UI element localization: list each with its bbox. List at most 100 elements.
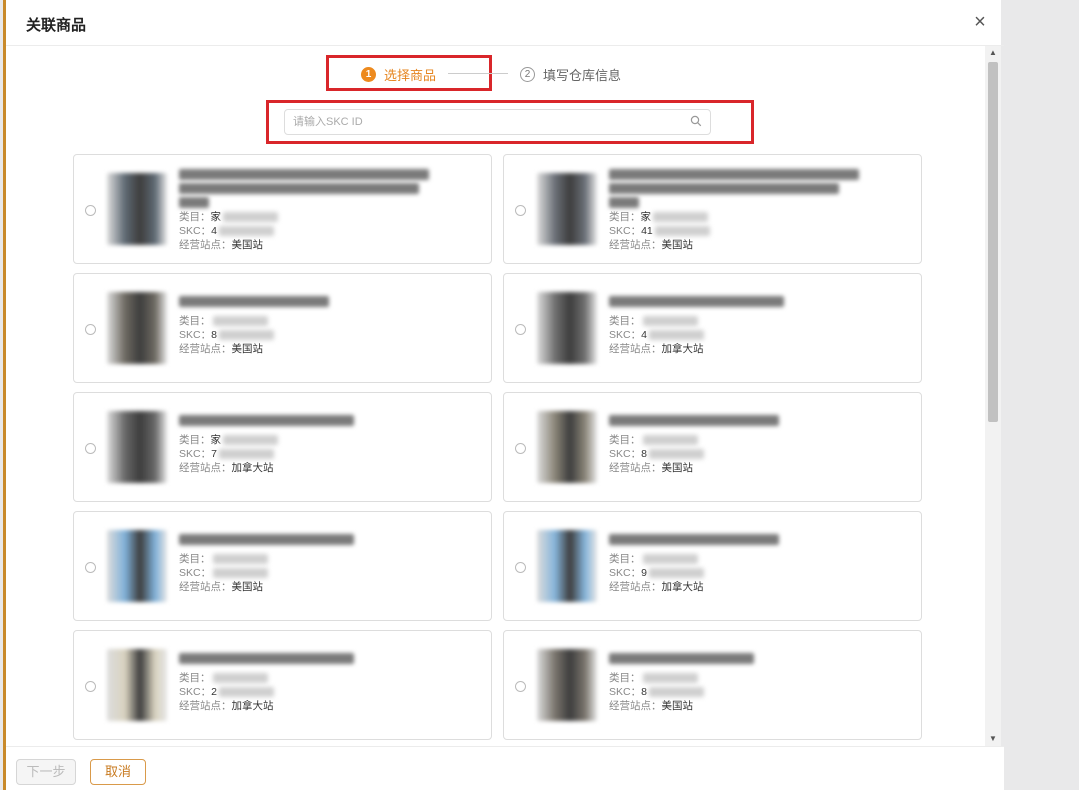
scroll-up-icon[interactable]: ▲ bbox=[988, 48, 998, 58]
product-card[interactable]: 类目： SKC：8 经营站点：美国站 bbox=[503, 392, 922, 502]
product-skc-label: SKC： bbox=[179, 329, 212, 341]
step-connector bbox=[448, 73, 508, 74]
product-radio[interactable] bbox=[515, 443, 526, 454]
product-site-label: 经营站点： bbox=[609, 581, 662, 593]
product-category-value-blurred bbox=[212, 673, 268, 684]
product-category-label: 类目： bbox=[179, 315, 211, 327]
step-label-2: 填写仓库信息 bbox=[543, 68, 622, 83]
product-title-blurred bbox=[179, 183, 419, 194]
product-skc: SKC：8 bbox=[179, 328, 274, 342]
product-skc-label: SKC： bbox=[179, 567, 212, 579]
product-card[interactable]: 类目： SKC：8 经营站点：美国站 bbox=[503, 630, 922, 740]
close-icon[interactable]: × bbox=[970, 12, 990, 32]
product-radio[interactable] bbox=[85, 681, 96, 692]
product-skc-value-blurred bbox=[218, 687, 274, 698]
product-title-blurred bbox=[609, 183, 839, 194]
product-thumbnail bbox=[107, 649, 167, 721]
product-radio[interactable] bbox=[515, 562, 526, 573]
product-skc: SKC：9 bbox=[609, 566, 704, 580]
product-skc-value-blurred bbox=[213, 568, 269, 579]
skc-search-input[interactable] bbox=[293, 114, 683, 130]
product-skc-value: 4 bbox=[211, 225, 217, 237]
product-site-label: 经营站点： bbox=[179, 462, 232, 474]
product-category-label: 类目： bbox=[179, 672, 211, 684]
product-title-blurred bbox=[179, 534, 354, 545]
product-skc: SKC：8 bbox=[609, 447, 704, 461]
product-card[interactable]: 类目：家 SKC：41 经营站点：美国站 bbox=[503, 154, 922, 264]
product-site-value: 美国站 bbox=[661, 239, 694, 251]
product-radio[interactable] bbox=[85, 324, 96, 335]
scrollbar[interactable]: ▲ ▼ bbox=[985, 46, 1001, 746]
product-thumbnail bbox=[107, 292, 167, 364]
product-radio[interactable] bbox=[85, 443, 96, 454]
product-site-label: 经营站点： bbox=[609, 239, 662, 251]
product-title-blurred bbox=[609, 296, 784, 307]
product-category: 类目： bbox=[609, 671, 698, 685]
product-category-label: 类目： bbox=[609, 553, 641, 565]
product-skc: SKC： bbox=[179, 566, 269, 580]
product-card[interactable]: 类目： SKC：8 经营站点：美国站 bbox=[73, 273, 492, 383]
product-thumbnail bbox=[107, 173, 167, 245]
product-category-value: 家 bbox=[210, 211, 222, 223]
product-card[interactable]: 类目： SKC：2 经营站点：加拿大站 bbox=[73, 630, 492, 740]
product-category-label: 类目： bbox=[609, 211, 641, 223]
product-skc-label: SKC： bbox=[179, 686, 212, 698]
product-skc-value: 8 bbox=[641, 686, 647, 698]
product-category-label: 类目： bbox=[609, 672, 641, 684]
next-step-button[interactable]: 下一步 bbox=[16, 759, 76, 785]
product-skc-label: SKC： bbox=[609, 686, 642, 698]
product-radio[interactable] bbox=[85, 205, 96, 216]
product-radio[interactable] bbox=[515, 205, 526, 216]
product-skc: SKC：4 bbox=[609, 328, 704, 342]
product-skc-value-blurred bbox=[648, 687, 704, 698]
product-radio[interactable] bbox=[515, 681, 526, 692]
product-card[interactable]: 类目： SKC：9 经营站点：加拿大站 bbox=[503, 511, 922, 621]
product-category: 类目： bbox=[179, 671, 268, 685]
link-product-dialog: 关联商品 × 1 选择商品 2 填写仓库信息 类目：家SKC：4经营站点：美国站… bbox=[3, 0, 1004, 790]
step-number-2: 2 bbox=[520, 67, 535, 82]
product-category: 类目：家 bbox=[179, 210, 278, 224]
product-card[interactable]: 类目： SKC：4 经营站点：加拿大站 bbox=[503, 273, 922, 383]
product-site: 经营站点：加拿大站 bbox=[179, 461, 274, 475]
product-thumbnail bbox=[537, 173, 597, 245]
product-card[interactable]: 类目：家 SKC：7 经营站点：加拿大站 bbox=[73, 392, 492, 502]
product-title-blurred bbox=[609, 415, 779, 426]
product-site: 经营站点：美国站 bbox=[609, 461, 693, 475]
dialog-footer: 下一步 取消 bbox=[6, 746, 1004, 790]
product-list: 类目：家 SKC：4 经营站点：美国站 类目：家 SKC：41 经营站点：美国站 类目： SK… bbox=[6, 148, 988, 742]
product-category: 类目： bbox=[609, 314, 698, 328]
product-card[interactable]: 类目： SKC： 经营站点：美国站 bbox=[73, 511, 492, 621]
product-skc-label: SKC： bbox=[609, 448, 642, 460]
product-skc-value-blurred bbox=[648, 330, 704, 341]
product-site-value: 美国站 bbox=[661, 462, 694, 474]
product-site: 经营站点：加拿大站 bbox=[179, 699, 274, 713]
product-site-value: 美国站 bbox=[231, 239, 264, 251]
product-skc: SKC：41 bbox=[609, 224, 710, 238]
product-site-value: 加拿大站 bbox=[231, 462, 274, 474]
product-skc-value-blurred bbox=[648, 568, 704, 579]
product-title-blurred bbox=[609, 197, 639, 208]
scroll-down-icon[interactable]: ▼ bbox=[988, 734, 998, 744]
product-site-label: 经营站点： bbox=[179, 239, 232, 251]
product-site: 经营站点：美国站 bbox=[609, 699, 693, 713]
product-category: 类目：家 bbox=[179, 433, 278, 447]
product-thumbnail bbox=[537, 411, 597, 483]
product-skc-label: SKC： bbox=[609, 329, 642, 341]
product-title-blurred bbox=[179, 415, 354, 426]
cancel-button[interactable]: 取消 bbox=[90, 759, 146, 785]
product-category-label: 类目： bbox=[179, 434, 211, 446]
product-site-label: 经营站点： bbox=[609, 462, 662, 474]
product-category: 类目：家 bbox=[609, 210, 708, 224]
product-skc: SKC：4 bbox=[179, 224, 274, 238]
step-label-1: 选择商品 bbox=[384, 68, 437, 83]
product-title-blurred bbox=[179, 197, 209, 208]
search-icon[interactable] bbox=[690, 115, 702, 127]
step-warehouse-info: 2 填写仓库信息 bbox=[520, 65, 621, 84]
product-category-value: 家 bbox=[210, 434, 222, 446]
product-radio[interactable] bbox=[85, 562, 96, 573]
product-radio[interactable] bbox=[515, 324, 526, 335]
dialog-title: 关联商品 bbox=[26, 17, 87, 34]
scrollbar-thumb[interactable] bbox=[988, 62, 998, 422]
product-site: 经营站点：美国站 bbox=[179, 580, 263, 594]
product-card[interactable]: 类目：家 SKC：4 经营站点：美国站 bbox=[73, 154, 492, 264]
